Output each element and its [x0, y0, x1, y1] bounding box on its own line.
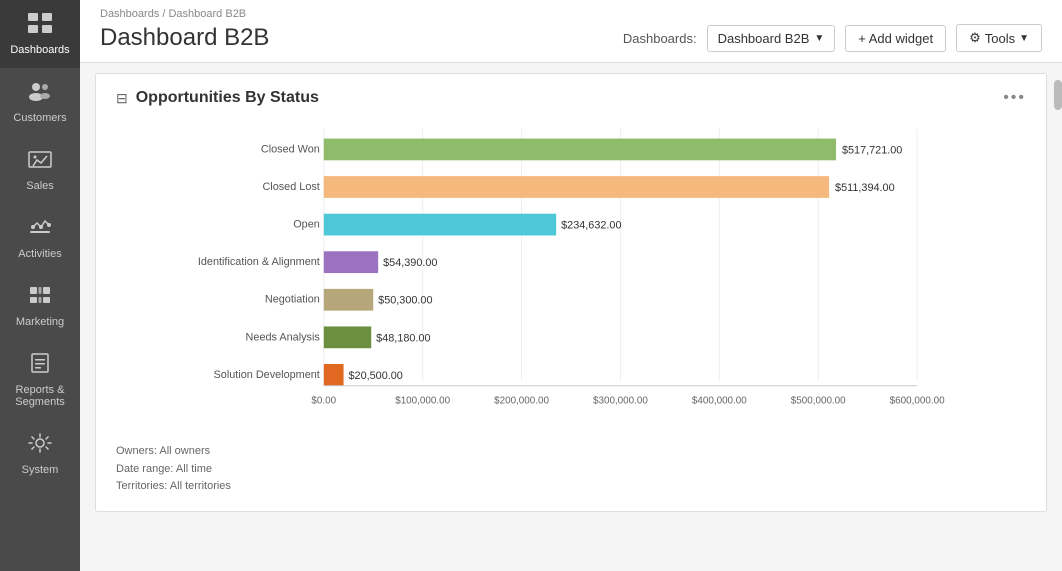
svg-text:$100,000.00: $100,000.00 [395, 396, 450, 407]
page-title: Dashboard B2B [100, 24, 269, 52]
svg-text:$600,000.00: $600,000.00 [890, 396, 945, 407]
collapse-icon[interactable]: ⊟ [116, 90, 128, 107]
footer-owners: Owners: All owners [116, 443, 1026, 461]
sidebar-item-system-label: System [22, 464, 59, 476]
sidebar-item-customers-label: Customers [13, 112, 66, 124]
svg-text:$0.00: $0.00 [311, 396, 336, 407]
widget-footer: Owners: All owners Date range: All time … [116, 443, 1026, 496]
svg-text:$511,394.00: $511,394.00 [835, 182, 895, 194]
system-icon [27, 432, 53, 460]
main-content: Dashboards / Dashboard B2B Dashboard B2B… [80, 0, 1062, 571]
svg-text:$500,000.00: $500,000.00 [791, 396, 846, 407]
sidebar-item-reports-label: Reports & Segments [5, 384, 75, 408]
chevron-down-icon: ▼ [1019, 33, 1029, 44]
customers-icon [27, 80, 53, 108]
svg-text:Solution Development: Solution Development [214, 369, 320, 381]
sidebar-item-marketing[interactable]: Marketing [0, 272, 80, 340]
activities-icon [27, 216, 53, 244]
sidebar-item-marketing-label: Marketing [16, 316, 64, 328]
svg-text:$400,000.00: $400,000.00 [692, 396, 747, 407]
bar-chart: Closed Won $517,721.00 Closed Lost $511,… [126, 122, 1016, 432]
header-actions: Dashboards: Dashboard B2B ▼ + Add widget… [623, 24, 1042, 52]
page-header: Dashboards / Dashboard B2B Dashboard B2B… [80, 0, 1062, 63]
dashboards-label: Dashboards: [623, 31, 697, 46]
add-widget-button[interactable]: + Add widget [845, 25, 946, 52]
sidebar: Dashboards Customers Sales [0, 0, 80, 571]
sidebar-item-activities-label: Activities [18, 248, 61, 260]
sales-icon [27, 148, 53, 176]
marketing-icon [27, 284, 53, 312]
chevron-down-icon: ▼ [814, 33, 824, 44]
sidebar-item-dashboards-label: Dashboards [10, 44, 69, 56]
widget-title-row: ⊟ Opportunities By Status [116, 89, 319, 107]
sidebar-item-reports[interactable]: Reports & Segments [0, 340, 80, 420]
svg-text:$48,180.00: $48,180.00 [376, 332, 430, 344]
svg-text:Negotiation: Negotiation [265, 294, 320, 306]
svg-text:Open: Open [293, 219, 320, 231]
sidebar-item-system[interactable]: System [0, 420, 80, 488]
sidebar-item-sales[interactable]: Sales [0, 136, 80, 204]
reports-icon [27, 352, 53, 380]
svg-text:$234,632.00: $234,632.00 [561, 220, 621, 232]
svg-text:$300,000.00: $300,000.00 [593, 396, 648, 407]
sidebar-item-dashboards[interactable]: Dashboards [0, 0, 80, 68]
opportunities-widget: ⊟ Opportunities By Status ••• [95, 73, 1047, 512]
dashboard-content: ⊟ Opportunities By Status ••• [80, 63, 1062, 571]
dashboard-dropdown[interactable]: Dashboard B2B ▼ [707, 25, 836, 52]
svg-text:$200,000.00: $200,000.00 [494, 396, 549, 407]
footer-territories: Territories: All territories [116, 478, 1026, 496]
dashboards-icon [27, 12, 53, 40]
sidebar-item-customers[interactable]: Customers [0, 68, 80, 136]
widget-menu-icon[interactable]: ••• [1003, 89, 1026, 107]
svg-text:$20,500.00: $20,500.00 [349, 370, 403, 382]
svg-text:$517,721.00: $517,721.00 [842, 144, 902, 156]
widget-title: Opportunities By Status [136, 89, 319, 107]
svg-text:Needs Analysis: Needs Analysis [246, 331, 321, 343]
footer-date-range: Date range: All time [116, 461, 1026, 479]
svg-text:$54,390.00: $54,390.00 [383, 257, 437, 269]
gear-icon: ⚙ [969, 30, 981, 46]
tools-button[interactable]: ⚙ Tools ▼ [956, 24, 1042, 52]
breadcrumb: Dashboards / Dashboard B2B [100, 8, 1042, 20]
sidebar-item-sales-label: Sales [26, 180, 54, 192]
svg-text:Closed Won: Closed Won [261, 143, 320, 155]
svg-text:Closed Lost: Closed Lost [262, 181, 319, 193]
widget-header: ⊟ Opportunities By Status ••• [116, 89, 1026, 107]
sidebar-item-activities[interactable]: Activities [0, 204, 80, 272]
svg-text:$50,300.00: $50,300.00 [378, 295, 432, 307]
chart-container: Closed Won $517,721.00 Closed Lost $511,… [116, 122, 1026, 435]
svg-text:Identification & Alignment: Identification & Alignment [198, 256, 320, 268]
